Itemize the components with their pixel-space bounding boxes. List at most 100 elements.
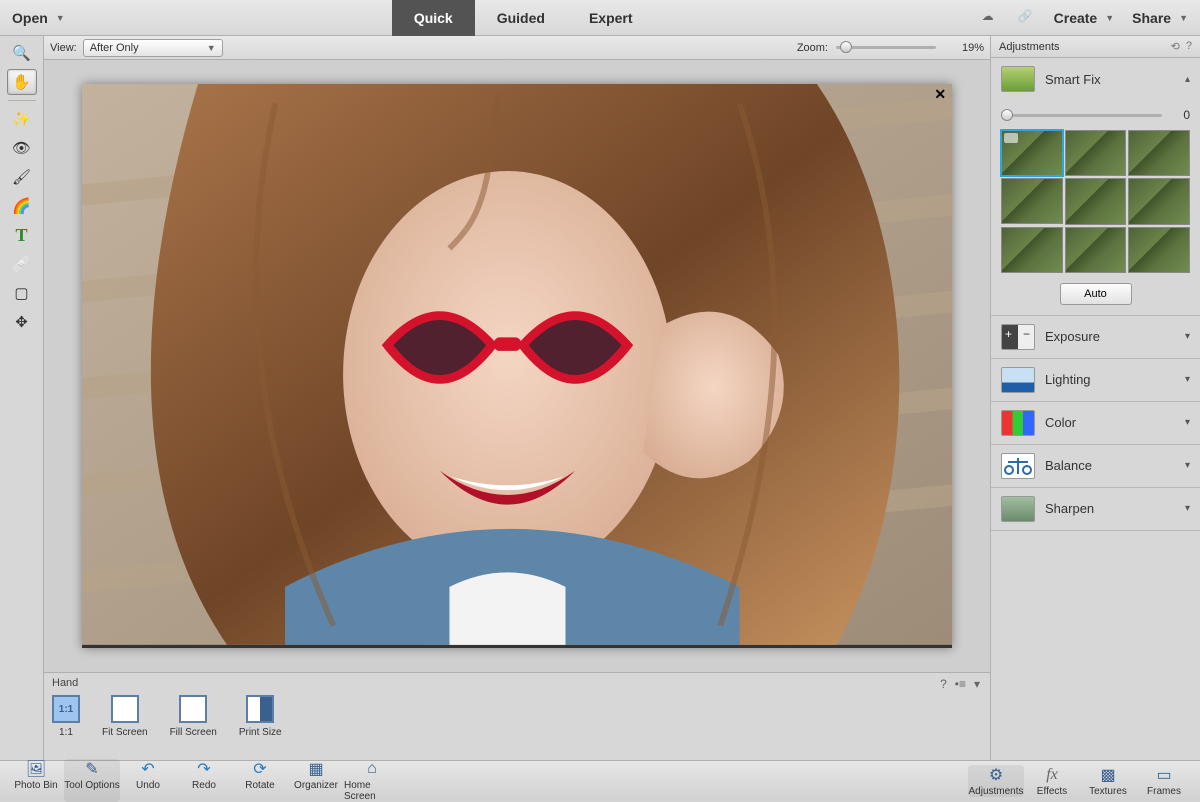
balance-header[interactable]: Balance▾: [991, 445, 1200, 487]
rotate-label: Rotate: [245, 780, 274, 791]
undo-label: Undo: [136, 780, 160, 791]
smart-fix-header[interactable]: Smart Fix ▴: [991, 58, 1200, 100]
textures-tab-button[interactable]: ▩Textures: [1080, 765, 1136, 797]
link-icon[interactable]: 🔗: [1018, 9, 1036, 27]
color-header[interactable]: Color▾: [991, 402, 1200, 444]
smart-fix-preset-8[interactable]: [1065, 227, 1127, 273]
smart-fix-preset-4[interactable]: [1001, 178, 1063, 224]
zoom-tool[interactable]: 🔍: [7, 40, 37, 66]
expand-icon: ▾: [1185, 331, 1190, 342]
redo-label: Redo: [192, 780, 216, 791]
print-size-label: Print Size: [239, 727, 282, 738]
redo-icon: ↷: [193, 759, 215, 779]
frames-tab-icon: ▭: [1153, 765, 1175, 785]
close-icon[interactable]: ✕: [934, 86, 946, 103]
share-menu[interactable]: Share▼: [1132, 10, 1188, 26]
whiten-tool[interactable]: 🖌: [7, 164, 37, 190]
move-tool[interactable]: ✥: [7, 309, 37, 335]
photo-bin-icon: 🖼: [25, 759, 47, 779]
tool-options-panel: Hand 1:11:1Fit ScreenFill ScreenPrint Si…: [44, 672, 990, 760]
rotate-icon: ⟳: [249, 759, 271, 779]
collapse-icon[interactable]: ▾: [974, 677, 980, 691]
straighten-tool[interactable]: 🌈: [7, 193, 37, 219]
sharpen-section: Sharpen▾: [991, 488, 1200, 531]
task-bar: 🖼Photo Bin✎Tool Options↶Undo↷Redo⟳Rotate…: [0, 760, 1200, 800]
undo-icon: ↶: [137, 759, 159, 779]
frames-tab-button[interactable]: ▭Frames: [1136, 765, 1192, 797]
adjustments-tab-icon: ⚙: [985, 765, 1007, 785]
auto-button[interactable]: Auto: [1060, 283, 1132, 305]
tool-palette: 🔍 ✋ ✨ 👁 🖌 🌈 T 🩹 ▢ ✥: [0, 36, 44, 760]
fill-screen-label: Fill Screen: [170, 727, 217, 738]
lighting-icon: [1001, 367, 1035, 393]
smart-fix-preset-2[interactable]: [1065, 130, 1127, 176]
smart-fix-section: Smart Fix ▴ 0 Auto: [991, 58, 1200, 316]
chevron-down-icon: ▼: [207, 43, 216, 53]
smart-fix-preset-7[interactable]: [1001, 227, 1063, 273]
dropdown-icon: ▼: [1179, 13, 1188, 23]
photo-bin-button[interactable]: 🖼Photo Bin: [8, 759, 64, 802]
rotate-button[interactable]: ⟳Rotate: [232, 759, 288, 802]
smart-fix-preset-9[interactable]: [1128, 227, 1190, 273]
help-icon[interactable]: ?: [1186, 40, 1192, 53]
mode-tabs: QuickGuidedExpert: [65, 0, 982, 36]
effects-tab-label: Effects: [1037, 786, 1067, 797]
balance-section: Balance▾: [991, 445, 1200, 488]
organizer-icon: ▦: [305, 759, 327, 779]
zoom-label: Zoom:: [797, 42, 828, 54]
organizer-button[interactable]: ▦Organizer: [288, 759, 344, 802]
smart-fix-preset-6[interactable]: [1128, 178, 1190, 224]
home-screen-label: Home Screen: [344, 780, 400, 802]
view-bar: View: After Only▼ Zoom: 19%: [44, 36, 990, 60]
reset-icon[interactable]: ⟲: [1171, 40, 1180, 53]
healing-tool[interactable]: 🩹: [7, 251, 37, 277]
zoom-value: 19%: [944, 42, 984, 54]
sharpen-header[interactable]: Sharpen▾: [991, 488, 1200, 530]
photo-bin-label: Photo Bin: [14, 780, 57, 791]
balance-icon: [1001, 453, 1035, 479]
exposure-header[interactable]: Exposure▾: [991, 316, 1200, 358]
smart-fix-slider[interactable]: [1001, 114, 1162, 117]
frames-tab-label: Frames: [1147, 786, 1181, 797]
fit-screen-button[interactable]: Fit Screen: [102, 695, 148, 738]
tool-options-button[interactable]: ✎Tool Options: [64, 759, 120, 802]
mode-tab-quick[interactable]: Quick: [392, 0, 475, 36]
cloud-icon[interactable]: ☁: [982, 9, 1000, 27]
panel-header: Adjustments ⟲ ?: [991, 36, 1200, 58]
crop-tool[interactable]: ▢: [7, 280, 37, 306]
open-menu[interactable]: Open▼: [12, 10, 65, 26]
expand-icon: ▾: [1185, 460, 1190, 471]
expand-icon: ▾: [1185, 503, 1190, 514]
smart-fix-preset-1[interactable]: [1001, 130, 1063, 176]
mode-tab-expert[interactable]: Expert: [567, 0, 655, 36]
collapse-icon: ▴: [1185, 74, 1190, 85]
smart-fix-preset-3[interactable]: [1128, 130, 1190, 176]
adjustments-tab-button[interactable]: ⚙Adjustments: [968, 765, 1024, 797]
panel-menu-icon[interactable]: •≡: [955, 677, 966, 691]
fill-screen-button[interactable]: Fill Screen: [170, 695, 217, 738]
tool-options-label: Tool Options: [64, 780, 120, 791]
text-tool[interactable]: T: [7, 222, 37, 248]
hand-tool[interactable]: ✋: [7, 69, 37, 95]
lighting-section: Lighting▾: [991, 359, 1200, 402]
create-menu[interactable]: Create▼: [1054, 10, 1115, 26]
quick-select-tool[interactable]: ✨: [7, 106, 37, 132]
mode-tab-guided[interactable]: Guided: [475, 0, 567, 36]
print-size-button[interactable]: Print Size: [239, 695, 282, 738]
photo-placeholder: [82, 84, 952, 645]
home-screen-button[interactable]: ⌂Home Screen: [344, 759, 400, 802]
exposure-icon: [1001, 324, 1035, 350]
effects-tab-button[interactable]: fxEffects: [1024, 765, 1080, 797]
redo-button[interactable]: ↷Redo: [176, 759, 232, 802]
image-canvas[interactable]: ✕: [82, 84, 952, 647]
zoom-slider[interactable]: [836, 46, 936, 49]
undo-button[interactable]: ↶Undo: [120, 759, 176, 802]
view-dropdown[interactable]: After Only▼: [83, 39, 223, 57]
one-to-one-button[interactable]: 1:11:1: [52, 695, 80, 738]
exposure-section: Exposure▾: [991, 316, 1200, 359]
redeye-tool[interactable]: 👁: [7, 135, 37, 161]
help-icon[interactable]: ?: [940, 677, 947, 691]
lighting-header[interactable]: Lighting▾: [991, 359, 1200, 401]
dropdown-icon: ▼: [56, 13, 65, 23]
smart-fix-preset-5[interactable]: [1065, 178, 1127, 224]
